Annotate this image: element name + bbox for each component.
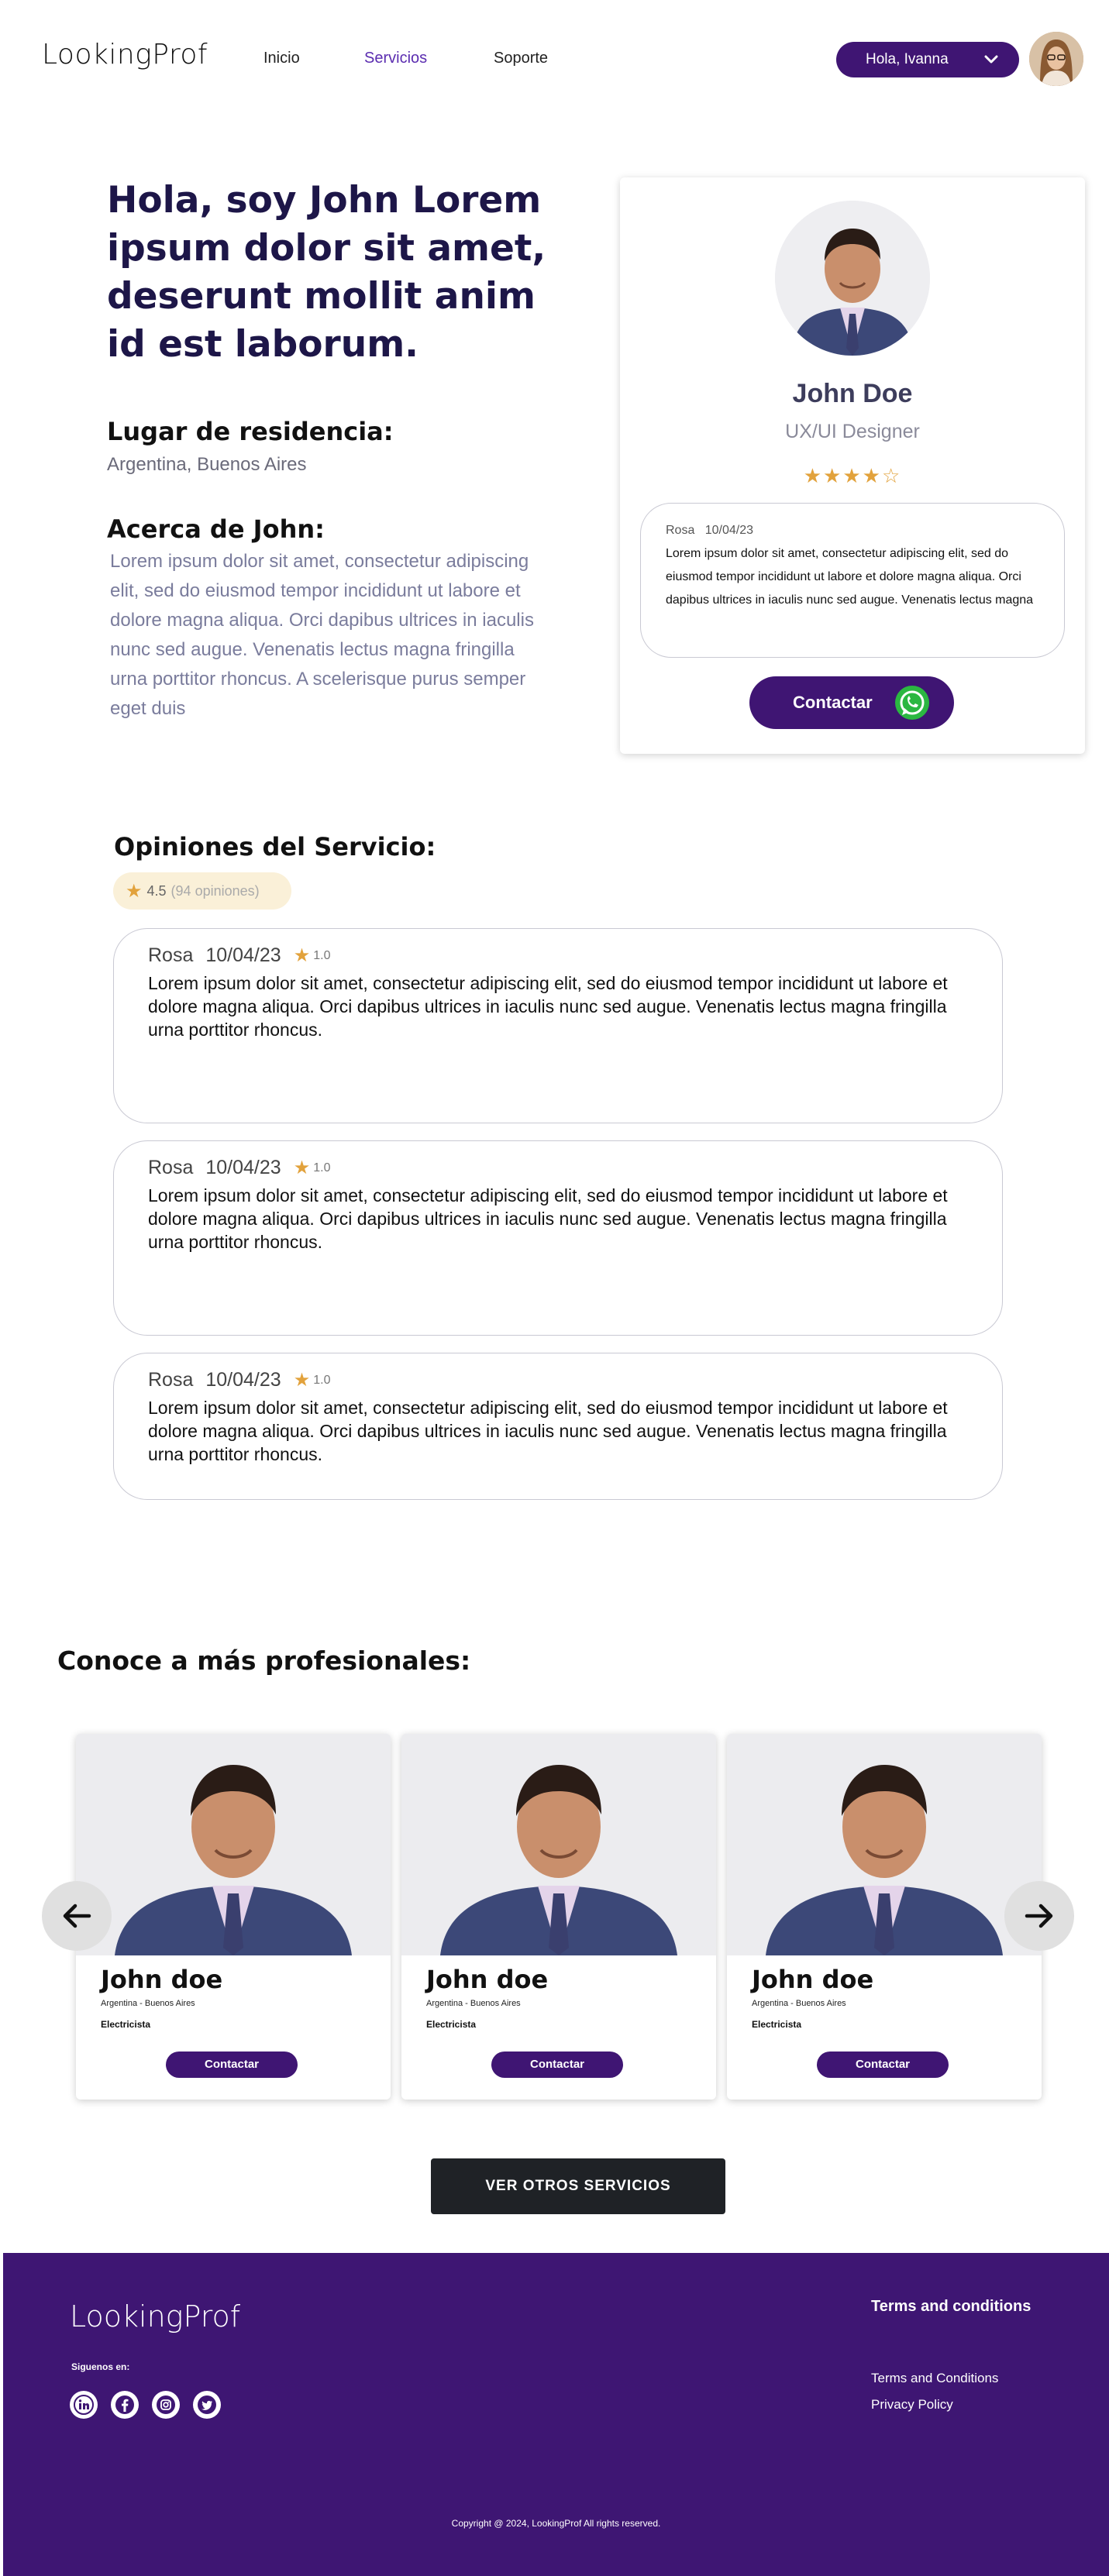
about-text: Lorem ipsum dolor sit amet, consectetur … <box>110 551 534 719</box>
professional-card: John doe Argentina - Buenos Aires Electr… <box>727 1734 1042 2100</box>
more-professionals-title: Conoce a más profesionales: <box>57 1646 471 1676</box>
contact-button[interactable]: Contactar <box>817 2052 949 2078</box>
nav-link-inicio[interactable]: Inicio <box>263 50 300 67</box>
review-date: 10/04/23 <box>205 944 281 966</box>
star-icon: ★ <box>293 1370 311 1391</box>
review-author: Rosa <box>148 1369 194 1391</box>
review-card: Rosa 10/04/23 ★ 1.0 Lorem ipsum dolor sit… <box>113 1140 1003 1336</box>
professional-job: Electricista <box>426 2019 477 2030</box>
rating-count: (94 opiniones) <box>170 882 260 899</box>
copyright: Copyright @ 2024, LookingProf All rights… <box>451 2518 661 2529</box>
review-text: Lorem ipsum dolor sit amet, consectetur … <box>148 973 948 1040</box>
linkedin-icon[interactable] <box>70 2391 98 2419</box>
professional-card: John doe Argentina - Buenos Aires Electr… <box>401 1734 716 2100</box>
facebook-icon[interactable] <box>111 2391 139 2419</box>
star-icon: ★ <box>126 880 143 902</box>
review-score: 1.0 <box>313 1373 331 1387</box>
about-heading: Acerca de John: <box>107 514 325 544</box>
whatsapp-icon <box>895 686 929 720</box>
user-avatar[interactable] <box>1029 32 1083 86</box>
professional-card: John doe Argentina - Buenos Aires Electr… <box>76 1734 391 2100</box>
professional-location: Argentina - Buenos Aires <box>752 1999 846 2008</box>
profile-photo <box>775 201 930 356</box>
see-other-services-button[interactable]: VER OTROS SERVICIOS <box>431 2158 725 2214</box>
residence-heading: Lugar de residencia: <box>107 417 394 446</box>
profile-card: John Doe UX/UI Designer ★★★★☆ Rosa 10/04… <box>620 177 1085 754</box>
review-date: 10/04/23 <box>205 1369 281 1391</box>
terms-heading: Terms and conditions <box>871 2298 1032 2315</box>
user-greeting: Hola, Ivanna <box>866 51 949 67</box>
logo[interactable]: LookingProf <box>42 39 208 71</box>
contact-button[interactable]: Contactar <box>749 676 954 729</box>
footer: LookingProf Siguenos en: Terms and condi… <box>3 2253 1109 2576</box>
review-date: 10/04/23 <box>205 1157 281 1178</box>
review-card: Rosa 10/04/23 ★ 1.0 Lorem ipsum dolor sit… <box>113 1353 1003 1500</box>
professional-photo <box>401 1734 716 1955</box>
professional-photo <box>727 1734 1042 1955</box>
arrow-right-icon <box>1025 1904 1053 1928</box>
star-icon: ★ <box>842 464 863 487</box>
star-icon: ★ <box>862 464 882 487</box>
professional-location: Argentina - Buenos Aires <box>426 1999 521 2008</box>
review-text: Lorem ipsum dolor sit amet, consectetur … <box>148 1185 948 1252</box>
terms-link[interactable]: Terms and Conditions <box>871 2371 998 2386</box>
chevron-down-icon <box>984 55 998 64</box>
professional-location: Argentina - Buenos Aires <box>101 1999 195 2008</box>
footer-logo[interactable]: LookingProf <box>70 2299 240 2334</box>
hero-title: Hola, soy John Lorem ipsum dolor sit ame… <box>107 179 546 366</box>
professional-name: John doe <box>101 1965 223 1994</box>
star-icon: ★ <box>803 464 824 487</box>
professional-photo <box>76 1734 391 1955</box>
profile-name: John Doe <box>792 379 913 408</box>
review-text: Lorem ipsum dolor sit amet, consectetur … <box>148 1398 948 1464</box>
residence-value: Argentina, Buenos Aires <box>107 454 307 475</box>
review-date: 10/04/23 <box>704 524 753 537</box>
twitter-icon[interactable] <box>193 2391 221 2419</box>
star-icon: ★ <box>823 464 843 487</box>
carousel-next-button[interactable] <box>1004 1881 1074 1951</box>
opinions-title: Opiniones del Servicio: <box>114 832 436 862</box>
profile-review: Rosa 10/04/23 Lorem ipsum dolor sit amet… <box>640 503 1065 658</box>
review-score: 1.0 <box>313 1161 331 1175</box>
follow-label: Siguenos en: <box>71 2361 130 2372</box>
privacy-link[interactable]: Privacy Policy <box>871 2397 953 2413</box>
top-nav: LookingProf Inicio Servicios Soporte Hol… <box>0 0 1109 116</box>
user-dropdown[interactable]: Hola, Ivanna <box>836 42 1019 77</box>
arrow-left-icon <box>63 1904 91 1928</box>
professional-job: Electricista <box>752 2019 802 2030</box>
carousel-prev-button[interactable] <box>42 1881 112 1951</box>
review-score: 1.0 <box>313 948 331 962</box>
profile-rating-stars: ★★★★☆ <box>620 464 1085 488</box>
professional-job: Electricista <box>101 2019 151 2030</box>
star-outline-icon: ☆ <box>881 464 902 487</box>
contact-button[interactable]: Contactar <box>166 2052 298 2078</box>
star-icon: ★ <box>293 1157 311 1178</box>
instagram-icon[interactable] <box>152 2391 180 2419</box>
review-text: Lorem ipsum dolor sit amet, consectetur … <box>666 547 1034 607</box>
profile-role: UX/UI Designer <box>785 421 920 442</box>
nav-link-soporte[interactable]: Soporte <box>494 50 548 67</box>
review-card: Rosa 10/04/23 ★ 1.0 Lorem ipsum dolor sit… <box>113 928 1003 1123</box>
review-author: Rosa <box>148 1157 194 1178</box>
professional-name: John doe <box>752 1965 874 1994</box>
nav-link-servicios[interactable]: Servicios <box>364 50 427 67</box>
star-icon: ★ <box>293 945 311 966</box>
rating-summary: ★ 4.5 (94 opiniones) <box>113 872 291 910</box>
professional-name: John doe <box>426 1965 549 1994</box>
review-author: Rosa <box>666 524 695 537</box>
contact-button[interactable]: Contactar <box>491 2052 623 2078</box>
contact-label: Contactar <box>793 693 873 712</box>
review-author: Rosa <box>148 944 194 966</box>
rating-value: 4.5 <box>146 882 167 899</box>
